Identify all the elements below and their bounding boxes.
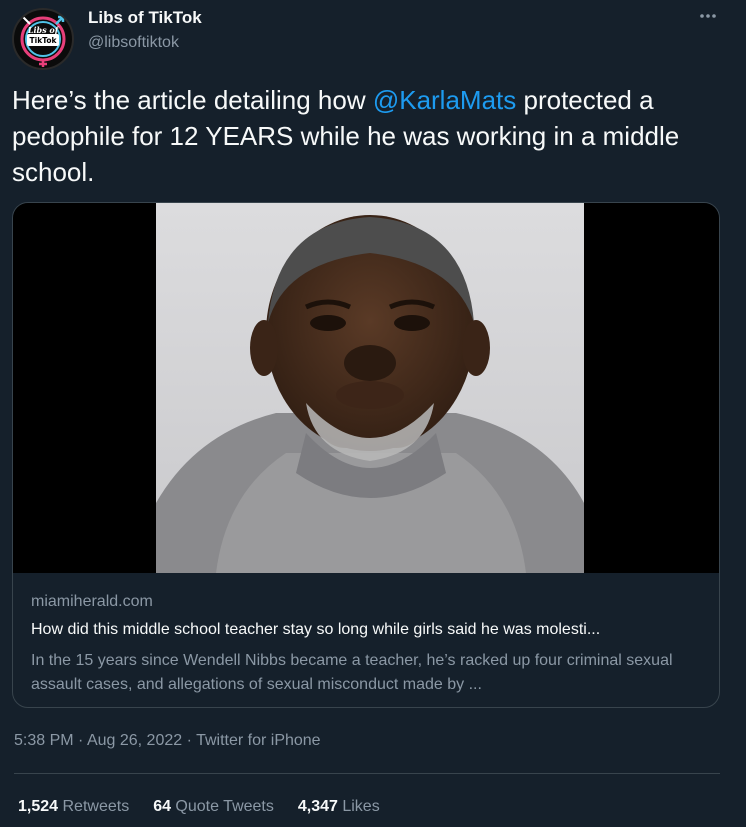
avatar[interactable]: Libs of TikTok	[12, 8, 74, 70]
tweet-date[interactable]: Aug 26, 2022	[87, 732, 182, 749]
link-card[interactable]: miamiherald.com How did this middle scho…	[12, 202, 720, 708]
retweets-count: 1,524	[18, 798, 59, 815]
card-photo	[156, 203, 584, 573]
card-description: In the 15 years since Wendell Nibbs beca…	[31, 652, 673, 693]
more-horizontal-icon[interactable]	[698, 6, 718, 31]
card-title: How did this middle school teacher stay …	[31, 621, 601, 638]
quotes-count: 64	[153, 798, 171, 815]
likes-stat[interactable]: 4,347 Likes	[298, 798, 380, 816]
svg-text:TikTok: TikTok	[30, 36, 58, 45]
svg-text:Libs of: Libs of	[27, 25, 60, 35]
meta-separator: ·	[73, 732, 87, 749]
card-domain: miamiherald.com	[31, 593, 153, 610]
retweets-stat[interactable]: 1,524 Retweets	[18, 798, 129, 816]
quotes-label: Quote Tweets	[170, 798, 274, 815]
tweet-meta: 5:38 PM · Aug 26, 2022 · Twitter for iPh…	[14, 732, 321, 750]
tweet-time[interactable]: 5:38 PM	[14, 732, 74, 749]
retweets-label: Retweets	[58, 798, 130, 815]
tweet-source[interactable]: Twitter for iPhone	[196, 732, 321, 749]
card-media[interactable]	[13, 203, 719, 573]
quote-tweets-stat[interactable]: 64 Quote Tweets	[153, 798, 274, 816]
tweet-text: Here’s the article detailing how @KarlaM…	[12, 82, 727, 190]
mention-link[interactable]: @KarlaMats	[373, 85, 516, 115]
meta-separator: ·	[182, 732, 197, 749]
divider	[14, 773, 720, 774]
likes-label: Likes	[337, 798, 380, 815]
author-name[interactable]: Libs of TikTok	[88, 8, 202, 28]
author-handle[interactable]: @libsoftiktok	[88, 34, 179, 52]
likes-count: 4,347	[297, 798, 338, 815]
tweet-stats: 1,524 Retweets 64 Quote Tweets 4,347 Lik…	[18, 798, 380, 816]
tweet-text-before: Here’s the article detailing how	[12, 85, 373, 115]
libs-of-tiktok-logo: Libs of TikTok	[20, 15, 66, 67]
